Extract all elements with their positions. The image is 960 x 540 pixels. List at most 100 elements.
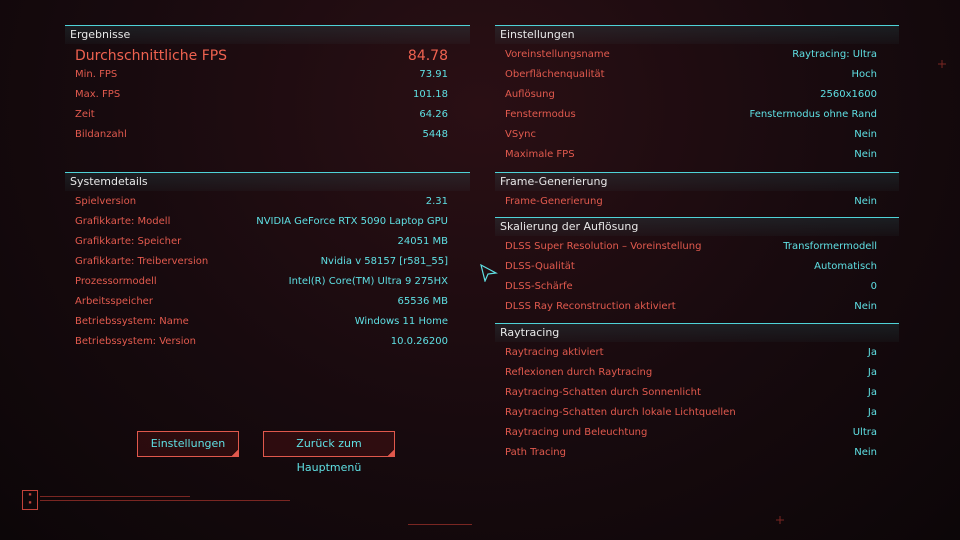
system-value: Intel(R) Core(TM) Ultra 9 275HX (288, 276, 448, 287)
settings-label: Maximale FPS (505, 149, 575, 160)
settings-label: Fenstermodus (505, 109, 576, 120)
settings-row: VSync Nein (495, 126, 899, 144)
results-header: Ergebnisse (65, 25, 470, 44)
game-logo-icon: ▪ ▪ (22, 490, 38, 510)
settings-value: Hoch (851, 69, 877, 80)
settings-panel: Einstellungen Voreinstellungsname Raytra… (495, 25, 899, 168)
settings-rows: Voreinstellungsname Raytracing: Ultra Ob… (495, 44, 899, 168)
system-header: Systemdetails (65, 172, 470, 191)
raytracing-row: Reflexionen durch Raytracing Ja (495, 364, 899, 382)
result-value: 5448 (422, 129, 448, 140)
scaling-row: DLSS Ray Reconstruction aktiviert Nein (495, 298, 899, 316)
system-row: Grafikkarte: Speicher 24051 MB (65, 233, 470, 251)
scaling-panel: Skalierung der Auflösung DLSS Super Reso… (495, 217, 899, 320)
result-label: Zeit (75, 109, 95, 120)
framegen-value: Nein (854, 196, 877, 207)
settings-value: Fenstermodus ohne Rand (749, 109, 877, 120)
raytracing-row: Raytracing aktiviert Ja (495, 344, 899, 362)
system-rows: Spielversion 2.31 Grafikkarte: Modell NV… (65, 191, 470, 361)
result-label: Min. FPS (75, 69, 118, 80)
settings-label: VSync (505, 129, 536, 140)
results-row: Zeit 64.26 (65, 106, 470, 124)
scaling-label: DLSS Super Resolution – Voreinstellung (505, 241, 702, 252)
framegen-panel: Frame-Generierung Frame-Generierung Nein (495, 172, 899, 215)
results-row: Max. FPS 101.18 (65, 86, 470, 104)
result-value: 64.26 (419, 109, 448, 120)
corner-mark-icon (938, 60, 946, 68)
system-row: Prozessormodell Intel(R) Core(TM) Ultra … (65, 273, 470, 291)
raytracing-label: Path Tracing (505, 447, 566, 458)
raytracing-panel: Raytracing Raytracing aktiviert Ja Refle… (495, 323, 899, 466)
raytracing-label: Raytracing und Beleuchtung (505, 427, 648, 438)
settings-row: Oberflächenqualität Hoch (495, 66, 899, 84)
system-label: Grafikkarte: Speicher (75, 236, 182, 247)
system-value: NVIDIA GeForce RTX 5090 Laptop GPU (256, 216, 448, 227)
scaling-value: 0 (870, 281, 877, 292)
results-rows: Durchschnittliche FPS 84.78 Min. FPS 73.… (65, 44, 470, 149)
scaling-row: DLSS-Qualität Automatisch (495, 258, 899, 276)
scaling-rows: DLSS Super Resolution – Voreinstellung T… (495, 236, 899, 320)
scaling-row: DLSS Super Resolution – Voreinstellung T… (495, 238, 899, 256)
settings-row: Voreinstellungsname Raytracing: Ultra (495, 46, 899, 64)
settings-value: Raytracing: Ultra (792, 49, 877, 60)
raytracing-label: Raytracing-Schatten durch Sonnenlicht (505, 387, 701, 398)
scaling-label: DLSS-Schärfe (505, 281, 573, 292)
scaling-label: DLSS-Qualität (505, 261, 575, 272)
result-value: 101.18 (413, 89, 448, 100)
settings-button[interactable]: Einstellungen (137, 431, 239, 457)
avg-fps-row: Durchschnittliche FPS 84.78 (65, 46, 470, 66)
scaling-row: DLSS-Schärfe 0 (495, 278, 899, 296)
corner-mark-icon (776, 516, 784, 524)
system-row: Betriebssystem: Name Windows 11 Home (65, 313, 470, 331)
system-row: Betriebssystem: Version 10.0.26200 (65, 333, 470, 351)
scaling-value: Nein (854, 301, 877, 312)
framegen-row: Frame-Generierung Nein (495, 193, 899, 211)
raytracing-rows: Raytracing aktiviert Ja Reflexionen durc… (495, 342, 899, 466)
raytracing-row: Raytracing und Beleuchtung Ultra (495, 424, 899, 442)
system-value: 65536 MB (397, 296, 448, 307)
system-label: Arbeitsspeicher (75, 296, 153, 307)
framegen-label: Frame-Generierung (505, 196, 603, 207)
settings-row: Maximale FPS Nein (495, 146, 899, 164)
raytracing-row: Path Tracing Nein (495, 444, 899, 462)
mouse-cursor-icon (480, 264, 498, 282)
raytracing-label: Raytracing aktiviert (505, 347, 604, 358)
result-label: Max. FPS (75, 89, 121, 100)
settings-row: Fenstermodus Fenstermodus ohne Rand (495, 106, 899, 124)
system-row: Grafikkarte: Treiberversion Nvidia v 581… (65, 253, 470, 271)
settings-value: 2560x1600 (820, 89, 877, 100)
system-value: 24051 MB (397, 236, 448, 247)
scaling-label: DLSS Ray Reconstruction aktiviert (505, 301, 676, 312)
avg-fps-value: 84.78 (407, 48, 448, 64)
result-value: 73.91 (419, 69, 448, 80)
system-value: Nvidia v 58157 [r581_55] (320, 256, 448, 267)
result-label: Bildanzahl (75, 129, 127, 140)
system-label: Spielversion (75, 196, 137, 207)
raytracing-value: Ja (867, 407, 877, 418)
decorative-line (40, 496, 190, 497)
raytracing-label: Raytracing-Schatten durch lokale Lichtqu… (505, 407, 736, 418)
raytracing-value: Nein (854, 447, 877, 458)
settings-value: Nein (854, 129, 877, 140)
decorative-line (408, 524, 472, 525)
system-row: Arbeitsspeicher 65536 MB (65, 293, 470, 311)
results-row: Bildanzahl 5448 (65, 126, 470, 144)
system-panel: Systemdetails Spielversion 2.31 Grafikka… (65, 172, 470, 361)
system-value: 10.0.26200 (390, 336, 448, 347)
raytracing-value: Ja (867, 387, 877, 398)
settings-label: Auflösung (505, 89, 555, 100)
scaling-value: Transformermodell (783, 241, 877, 252)
raytracing-row: Raytracing-Schatten durch Sonnenlicht Ja (495, 384, 899, 402)
settings-label: Voreinstellungsname (505, 49, 610, 60)
raytracing-label: Reflexionen durch Raytracing (505, 367, 653, 378)
settings-header: Einstellungen (495, 25, 899, 44)
main-menu-button[interactable]: Zurück zum Hauptmenü (263, 431, 395, 474)
raytracing-value: Ja (867, 347, 877, 358)
system-label: Betriebssystem: Version (75, 336, 197, 347)
results-panel: Ergebnisse Durchschnittliche FPS 84.78 M… (65, 25, 470, 149)
system-label: Grafikkarte: Treiberversion (75, 256, 209, 267)
framegen-header: Frame-Generierung (495, 172, 899, 191)
system-label: Grafikkarte: Modell (75, 216, 171, 227)
system-value: Windows 11 Home (354, 316, 448, 327)
scaling-value: Automatisch (814, 261, 877, 272)
